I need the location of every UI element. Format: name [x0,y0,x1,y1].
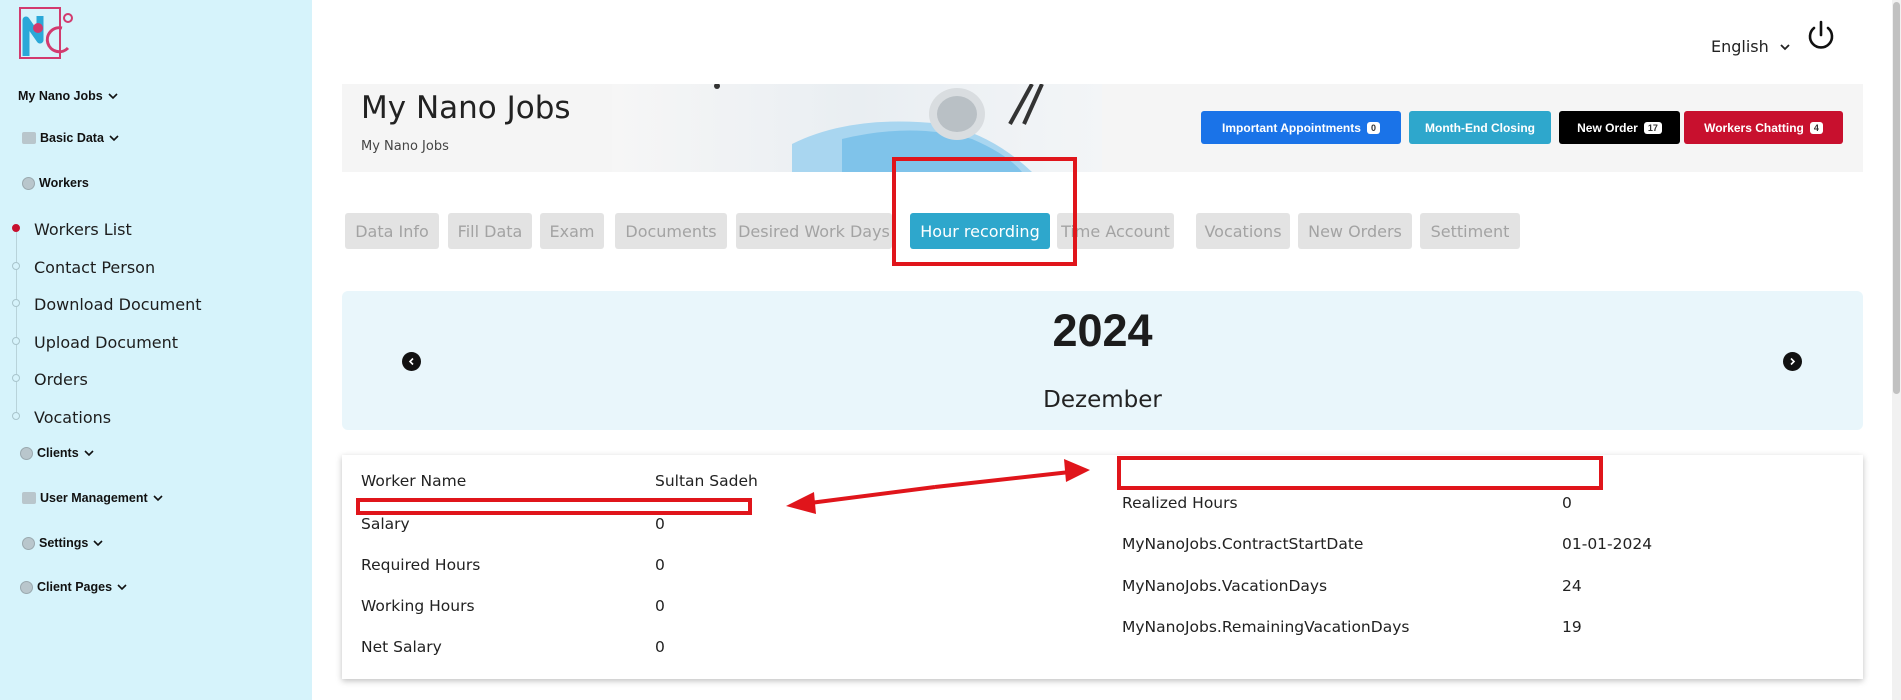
realized-hours-value: 0 [1562,494,1572,512]
button-label: Month-End Closing [1425,120,1535,135]
new-order-button[interactable]: New Order 17 [1559,111,1680,144]
salary-label: Salary [361,515,410,533]
workers-icon [22,176,35,190]
worker-name-value: Sultan Sadeh [655,472,758,490]
nav-basic-data-label: Basic Data [40,131,104,145]
sidebar-item-workers-list[interactable]: Workers List [34,220,132,239]
calendar-panel: 2024 Dezember [342,291,1863,430]
count-badge: 4 [1809,121,1823,134]
workers-chatting-button[interactable]: Workers Chatting 4 [1684,111,1843,144]
calendar-month: Dezember [1043,387,1162,413]
worker-name-label: Worker Name [361,472,467,490]
annotation-box-right [1117,456,1603,490]
remaining-vacation-days-label: MyNanoJobs.RemainingVacationDays [1122,618,1410,636]
chevron-down-icon [117,584,127,591]
sidebar-item-download-document[interactable]: Download Document [34,295,202,314]
client-pages-icon [20,580,33,594]
item-dot [12,337,20,345]
item-dot [12,374,20,382]
nav-clients-label: Clients [37,446,79,460]
chevron-down-icon [93,540,103,547]
button-label: Workers Chatting [1704,120,1804,135]
sidebar-item-vocations[interactable]: Vocations [34,408,111,427]
nav-my-nano-jobs-label: My Nano Jobs [18,89,103,103]
clients-icon [20,446,33,460]
language-select[interactable]: English [1711,37,1791,56]
working-hours-value: 0 [655,597,665,615]
annotation-box-tab [892,157,1077,266]
working-hours-label: Working Hours [361,597,475,615]
scrollbar-thumb[interactable] [1893,2,1900,394]
net-salary-value: 0 [655,638,665,656]
item-dot [12,412,20,420]
count-badge: 0 [1366,121,1380,134]
annotation-box-left [356,498,752,515]
sidebar: My Nano Jobs Basic Data Workers Workers … [0,0,312,700]
important-appointments-button[interactable]: Important Appointments 0 [1201,111,1401,144]
next-month-button[interactable] [1783,352,1802,371]
sidebar-item-upload-document[interactable]: Upload Document [34,333,178,352]
button-label: New Order [1577,120,1638,135]
nav-my-nano-jobs[interactable]: My Nano Jobs [18,89,119,103]
nav-user-management-label: User Management [40,491,148,505]
worker-summary-card: Worker Name Sultan Sadeh Salary 0 Requir… [342,455,1863,679]
button-label: Important Appointments [1222,120,1361,135]
tab-new-orders[interactable]: New Orders [1298,213,1412,249]
sidebar-item-orders[interactable]: Orders [34,370,88,389]
basic-data-icon [22,132,36,144]
remaining-vacation-days-value: 19 [1562,618,1582,636]
realized-hours-label: Realized Hours [1122,494,1238,512]
app-logo[interactable] [18,6,82,62]
chevron-down-icon [153,495,163,502]
tab-fill-data[interactable]: Fill Data [448,213,532,249]
calendar-year: 2024 [1052,305,1153,356]
nav-settings-label: Settings [39,536,89,550]
chevron-down-icon [84,450,94,457]
nav-clients[interactable]: Clients [20,446,95,460]
nav-client-pages[interactable]: Client Pages [20,580,128,594]
nav-client-pages-label: Client Pages [37,580,113,594]
active-dot [12,224,20,232]
nav-workers-label: Workers [39,176,89,190]
contract-start-date-label: MyNanoJobs.ContractStartDate [1122,535,1364,553]
tab-vocations[interactable]: Vocations [1196,213,1290,249]
count-badge: 17 [1643,121,1662,134]
salary-value: 0 [655,515,665,533]
power-icon[interactable] [1806,20,1836,52]
vacation-days-label: MyNanoJobs.VacationDays [1122,577,1328,595]
nav-user-management[interactable]: User Management [22,491,164,505]
nav-settings[interactable]: Settings [22,536,104,550]
tab-data-info[interactable]: Data Info [345,213,439,249]
chevron-right-icon [1790,357,1796,366]
month-end-closing-button[interactable]: Month-End Closing [1409,111,1551,144]
breadcrumb: My Nano Jobs [361,139,449,154]
tab-exam[interactable]: Exam [540,213,604,249]
net-salary-label: Net Salary [361,638,442,656]
nav-basic-data[interactable]: Basic Data [22,131,120,145]
user-management-icon [22,492,36,504]
required-hours-value: 0 [655,556,665,574]
required-hours-label: Required Hours [361,556,481,574]
vacation-days-value: 24 [1562,577,1582,595]
item-dot [12,262,20,270]
tab-documents[interactable]: Documents [615,213,727,249]
settings-icon [22,536,35,550]
nav-workers[interactable]: Workers [22,176,89,190]
page-title: My Nano Jobs [361,90,571,126]
chevron-down-icon [109,135,119,142]
tab-desired-work-days[interactable]: Desired Work Days [736,213,892,249]
sidebar-item-contact-person[interactable]: Contact Person [34,258,155,277]
item-dot [12,299,20,307]
contract-start-date-value: 01-01-2024 [1562,535,1653,553]
tab-settiment[interactable]: Settiment [1420,213,1520,249]
language-label: English [1711,37,1769,56]
submenu-line [16,228,17,418]
chevron-down-icon [1780,43,1790,50]
chevron-down-icon [108,93,118,100]
chevron-left-icon [408,357,414,366]
